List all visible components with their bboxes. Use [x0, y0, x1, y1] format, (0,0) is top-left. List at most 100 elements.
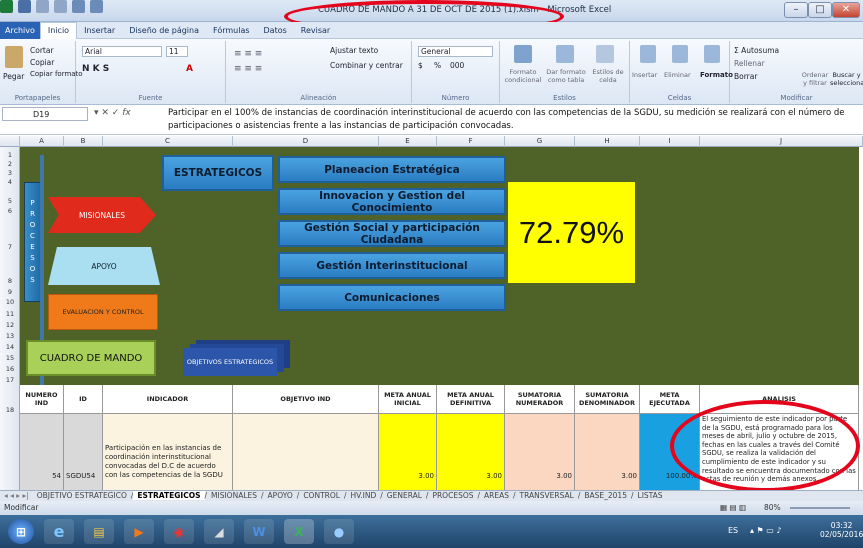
delete-cells-icon[interactable]: [672, 45, 688, 63]
start-button[interactable]: ⊞: [8, 519, 34, 544]
delete-label[interactable]: Eliminar: [664, 71, 691, 79]
ie-icon[interactable]: e: [44, 519, 74, 544]
format-label[interactable]: Formato: [700, 71, 733, 79]
col-header[interactable]: D: [233, 136, 379, 147]
cut-button[interactable]: Cortar: [30, 46, 54, 55]
cell-id[interactable]: SGDU54: [64, 414, 103, 490]
row-header[interactable]: 3: [0, 169, 20, 177]
fx-icon[interactable]: ▾ ✕ ✓ fx: [94, 108, 131, 118]
tab-diseno[interactable]: Diseño de página: [122, 26, 206, 35]
format-painter-button[interactable]: Copiar formato: [30, 70, 83, 78]
misionales-button[interactable]: MISIONALES: [48, 197, 156, 233]
word-icon[interactable]: W: [244, 519, 274, 544]
procesos-bar[interactable]: P R O C E S O S: [24, 182, 41, 302]
col-header[interactable]: B: [64, 136, 103, 147]
zoom-level[interactable]: 80%: [764, 501, 781, 515]
sheet-tab[interactable]: GENERAL: [383, 491, 426, 500]
cell-styles-icon[interactable]: [596, 45, 614, 63]
clock[interactable]: 03:32 02/05/2016: [820, 521, 863, 539]
col-header[interactable]: H: [575, 136, 640, 147]
tab-datos[interactable]: Datos: [257, 26, 294, 35]
tab-nav-arrows[interactable]: ◂ ◂ ▸ ▸|: [0, 491, 33, 500]
format-table-label[interactable]: Dar formato como tabla: [544, 68, 588, 84]
view-buttons[interactable]: ▦ ▤ ▥: [720, 501, 746, 515]
apoyo-button[interactable]: APOYO: [48, 247, 160, 285]
chrome-icon[interactable]: ◉: [164, 519, 194, 544]
col-header[interactable]: G: [505, 136, 575, 147]
name-box[interactable]: D19: [2, 107, 88, 121]
col-header[interactable]: C: [103, 136, 233, 147]
format-table-icon[interactable]: [556, 45, 574, 63]
menu-innovacion[interactable]: Innovacion y Gestion del Conocimiento: [278, 188, 506, 215]
sort-filter-button[interactable]: Ordenar y filtrar: [800, 71, 830, 87]
tab-inicio[interactable]: Inicio: [39, 21, 78, 39]
col-header[interactable]: J: [700, 136, 863, 147]
row-header[interactable]: 7: [0, 243, 20, 251]
paste-icon[interactable]: [5, 46, 23, 68]
conditional-format-icon[interactable]: [514, 45, 532, 63]
objetivos-estrategicos-button[interactable]: OBJETIVOS ESTRATEGICOS: [183, 348, 277, 376]
font-size-select[interactable]: 11: [166, 46, 188, 57]
align-bottom-icons[interactable]: ≡ ≡ ≡: [234, 64, 262, 74]
minimize-button[interactable]: –: [784, 2, 808, 18]
row-header[interactable]: 5: [0, 197, 20, 205]
excel-app-icon[interactable]: [0, 0, 13, 13]
clear-button[interactable]: Borrar: [734, 72, 757, 81]
row-header[interactable]: 1: [0, 151, 20, 159]
menu-interinstitucional[interactable]: Gestión Interinstitucional: [278, 252, 506, 279]
row-header[interactable]: 13: [0, 332, 20, 340]
sheet-tab[interactable]: PROCESOS: [428, 491, 477, 500]
cell-meta-definitiva[interactable]: 3.00: [437, 414, 505, 490]
close-button[interactable]: ✕: [832, 2, 860, 18]
save-icon[interactable]: [18, 0, 31, 13]
insert-label[interactable]: Insertar: [632, 71, 657, 79]
col-header[interactable]: F: [437, 136, 505, 147]
tray-icons[interactable]: ▴ ⚑ ▭ ♪: [750, 526, 781, 535]
customize-icon[interactable]: [90, 0, 103, 13]
maximize-button[interactable]: □: [808, 2, 832, 18]
sheet-tab[interactable]: HV.IND: [346, 491, 380, 500]
font-color-icon[interactable]: A: [186, 64, 193, 74]
menu-comunicaciones[interactable]: Comunicaciones: [278, 284, 506, 311]
row-header[interactable]: 6: [0, 207, 20, 215]
row-header[interactable]: 2: [0, 160, 20, 168]
sheet-tab[interactable]: TRANSVERSAL: [516, 491, 578, 500]
zoom-slider[interactable]: [790, 507, 850, 509]
explorer-icon[interactable]: ▤: [84, 519, 114, 544]
tab-insertar[interactable]: Insertar: [77, 26, 122, 35]
currency-button[interactable]: $: [418, 61, 423, 70]
cell-sum-denominador[interactable]: 3.00: [575, 414, 640, 490]
col-header[interactable]: I: [640, 136, 700, 147]
sheet-tab[interactable]: AREAS: [480, 491, 513, 500]
formula-input[interactable]: Participar en el 100% de instancias de c…: [168, 107, 860, 133]
tab-formulas[interactable]: Fórmulas: [206, 26, 257, 35]
row-header[interactable]: 4: [0, 178, 20, 186]
col-header[interactable]: E: [379, 136, 437, 147]
row-header[interactable]: 9: [0, 288, 20, 296]
cuadro-de-mando-button[interactable]: CUADRO DE MANDO: [26, 340, 156, 376]
thousands-button[interactable]: 000: [450, 61, 464, 70]
cell-sum-numerador[interactable]: 3.00: [505, 414, 575, 490]
excel-taskbar-icon[interactable]: X: [284, 519, 314, 544]
sheet-tab[interactable]: MISIONALES: [207, 491, 261, 500]
row-header[interactable]: 17: [0, 376, 20, 384]
cell-meta-inicial[interactable]: 3.00: [379, 414, 437, 490]
row-header[interactable]: 11: [0, 310, 20, 318]
sheet-tab-active[interactable]: ESTRATEGICOS: [133, 491, 205, 500]
sheet-tab[interactable]: APOYO: [264, 491, 297, 500]
row-header[interactable]: 8: [0, 277, 20, 285]
align-icons[interactable]: ≡ ≡ ≡: [234, 49, 262, 59]
merge-center-button[interactable]: Combinar y centrar: [330, 61, 403, 70]
menu-planeacion[interactable]: Planeacion Estratégica: [278, 156, 506, 183]
row-header[interactable]: 15: [0, 354, 20, 362]
cell-indicador[interactable]: Participación en las instancias de coord…: [103, 414, 233, 490]
select-all-corner[interactable]: [0, 136, 20, 147]
sheet-tab[interactable]: BASE_2015: [580, 491, 631, 500]
percent-button[interactable]: %: [434, 61, 441, 70]
print-preview-icon[interactable]: [72, 0, 85, 13]
redo-icon[interactable]: [54, 0, 67, 13]
sheet-tab[interactable]: LISTAS: [634, 491, 667, 500]
insert-cells-icon[interactable]: [640, 45, 656, 63]
tab-revisar[interactable]: Revisar: [294, 26, 337, 35]
sheet-tab[interactable]: CONTROL: [299, 491, 344, 500]
